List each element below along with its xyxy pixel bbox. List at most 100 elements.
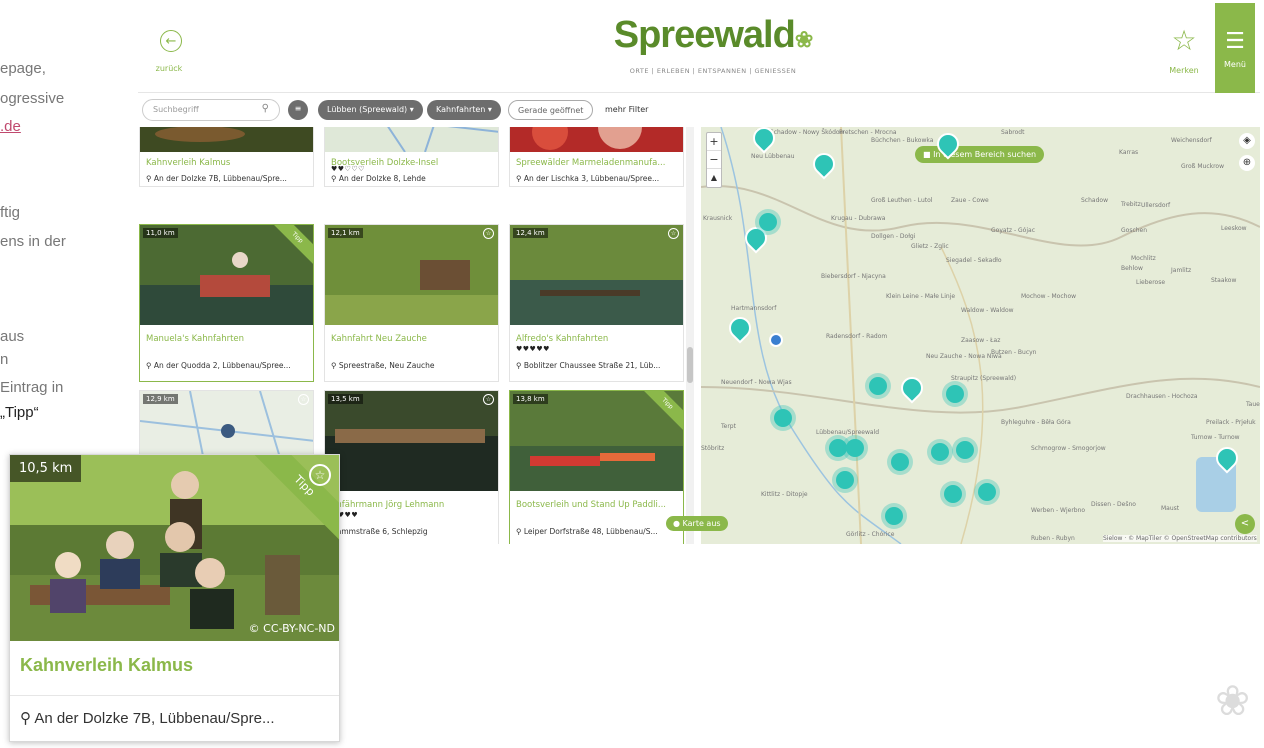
category-filter-chip[interactable]: Kahnfahrten ▾ — [427, 100, 501, 120]
menu-label: Menü — [1224, 60, 1246, 69]
cluster-marker[interactable] — [869, 377, 887, 395]
favorite-icon[interactable]: ☆ — [309, 464, 331, 486]
favorite-icon[interactable]: ☆ — [483, 228, 494, 239]
logo-tagline: ORTE | ERLEBEN | ENTSPANNEN | GENIESSEN — [629, 67, 797, 75]
rating-hearts: ♥♥♥♥♥ — [516, 345, 550, 353]
listing-card[interactable]: 12,1 km ☆ Kahnfahrt Neu Zauche ⚲ Spreest… — [324, 224, 499, 382]
list-icon: ≡ — [294, 104, 302, 113]
place-label: Karras — [1119, 149, 1139, 156]
cluster-marker[interactable] — [978, 483, 996, 501]
site-logo[interactable]: Spreewald❀ ORTE | ERLEBEN | ENTSPANNEN |… — [613, 14, 814, 75]
favorite-icon[interactable]: ☆ — [298, 394, 309, 405]
more-filters-button[interactable]: mehr Filter — [596, 100, 657, 120]
back-button[interactable]: ← zurück — [156, 30, 186, 73]
place-label: Dollgen - Dołgi — [871, 233, 916, 240]
address-text: An der Quodda 2, Lübbenau/Spree... — [153, 361, 291, 370]
cluster-marker[interactable] — [836, 471, 854, 489]
arrow-left-icon: ← — [160, 30, 182, 52]
zoom-out-button[interactable]: − — [707, 151, 721, 169]
favorite-icon[interactable]: ☆ — [483, 394, 494, 405]
cluster-marker[interactable] — [759, 213, 777, 231]
zoom-controls: + − ▲ — [706, 132, 722, 188]
listing-title: Kahnfahrt Neu Zauche — [331, 334, 427, 344]
place-label: Byhleguhre - Běła Góra — [1001, 419, 1071, 426]
zoom-in-button[interactable]: + — [707, 133, 721, 151]
listing-card[interactable]: Kahnverleih Kalmus ⚲ An der Dolzke 7B, L… — [139, 127, 314, 187]
divider — [10, 695, 339, 696]
place-label: Jamlitz — [1171, 267, 1192, 274]
merken-label: Merken — [1169, 66, 1199, 75]
share-icon[interactable]: < — [1235, 514, 1255, 534]
place-label: Straupitz (Spreewald) — [951, 375, 1017, 382]
cluster-marker[interactable] — [774, 409, 792, 427]
back-label: zurück — [155, 64, 183, 73]
bg-link[interactable]: .de — [0, 116, 21, 138]
bg-line: ftig — [0, 204, 21, 221]
zoomed-listing-card[interactable]: 10,5 km Tipp ☆ © CC-BY-NC-ND Kahnverleih… — [9, 454, 340, 742]
location-filter-chip[interactable]: Lübben (Spreewald) ▾ — [318, 100, 423, 120]
filter-bar: Suchbegriff ⚲ ≡ Lübben (Spreewald) ▾ Kah… — [138, 97, 1260, 125]
place-label: Krausnick — [703, 215, 733, 222]
place-label: Krugau - Dubrawa — [831, 215, 886, 222]
filter-list-button[interactable]: ≡ — [288, 100, 308, 120]
distance-badge: 12,4 km — [513, 228, 548, 238]
listing-address: ⚲ Spreestraße, Neu Zauche — [331, 361, 497, 370]
cluster-marker[interactable] — [946, 385, 964, 403]
place-label: Goschen — [1121, 227, 1148, 234]
place-label: Lieberose — [1136, 279, 1166, 286]
place-label: Lübbenau/Spreewald — [816, 429, 880, 436]
search-area-button[interactable]: ■ In diesem Bereich suchen — [915, 146, 1045, 163]
place-label: Ullersdorf — [1141, 202, 1171, 209]
locate-icon[interactable]: ⊕ — [1239, 155, 1255, 171]
scrollbar-thumb[interactable] — [687, 347, 693, 383]
listing-card[interactable]: 13,5 km ☆ hnfährmann Jörg Lehmann ♥♥♥♥ D… — [324, 390, 499, 544]
zoomed-listing-title: Kahnverleih Kalmus — [20, 655, 194, 675]
open-now-chip[interactable]: Gerade geöffnet — [508, 100, 594, 120]
cluster-marker[interactable] — [885, 507, 903, 525]
listing-card[interactable]: 13,8 km Tipp Bootsverleih und Stand Up P… — [509, 390, 684, 544]
map-panel[interactable]: + − ▲ ■ In diesem Bereich suchen ◈ ⊕ < S… — [701, 127, 1260, 544]
listing-card[interactable]: Spreewälder Marmeladenmanufa... ⚲ An der… — [509, 127, 684, 187]
listing-card[interactable]: Bootsverleih Dolzke-Insel ♥♥♡♡♡ ⚲ An der… — [324, 127, 499, 187]
cluster-marker[interactable] — [846, 439, 864, 457]
menu-button[interactable]: ☰ Menü — [1215, 3, 1255, 93]
karte-aus-button[interactable]: ● Karte aus — [666, 516, 728, 531]
pin-icon: ⚲ — [331, 174, 339, 183]
leaf-icon: ❀ — [794, 27, 813, 52]
cluster-marker[interactable] — [931, 443, 949, 461]
bg-line: epage, — [0, 60, 46, 77]
cluster-marker[interactable] — [891, 453, 909, 471]
pin-icon: ⚲ — [516, 361, 524, 370]
listing-photo — [140, 127, 313, 152]
place-label: Staakow — [1211, 277, 1237, 284]
listing-address: ⚲ An der Dolzke 7B, Lübbenau/Spre... — [146, 174, 312, 183]
compass-button[interactable]: ▲ — [707, 169, 721, 187]
star-icon: ☆ — [1171, 24, 1197, 57]
cluster-marker[interactable] — [956, 441, 974, 459]
listing-card[interactable]: 11,0 km Tipp Manuela's Kahnfahrten ⚲ An … — [139, 224, 314, 382]
place-label: Werben - Wjerbno — [1031, 507, 1086, 514]
address-text: Dammstraße 6, Schlepzig — [331, 527, 428, 536]
listing-address: ⚲ An der Quodda 2, Lübbenau/Spree... — [146, 361, 312, 370]
cluster-marker[interactable] — [829, 439, 847, 457]
address-text: An der Lischka 3, Lübbenau/Spree... — [523, 174, 660, 183]
pin-icon: ⚲ — [516, 174, 524, 183]
listing-title: hnfährmann Jörg Lehmann — [331, 500, 445, 510]
map-attribution: Sielow · © MapTiler © OpenStreetMap cont… — [1103, 535, 1257, 542]
distance-badge: 13,5 km — [328, 394, 363, 404]
search-input[interactable]: Suchbegriff ⚲ — [142, 99, 280, 121]
listing-scrollbar[interactable] — [686, 127, 694, 544]
cluster-marker[interactable] — [944, 485, 962, 503]
listing-photo: 11,0 km Tipp — [140, 225, 313, 325]
listing-card[interactable]: 12,4 km ☆ Alfredo's Kahnfahrten ♥♥♥♥♥ ⚲ … — [509, 224, 684, 382]
listing-title: Spreewälder Marmeladenmanufa... — [516, 158, 666, 168]
merken-button[interactable]: ☆ Merken — [1164, 24, 1204, 76]
distance-badge: 13,8 km — [513, 394, 548, 404]
layers-icon[interactable]: ◈ — [1239, 133, 1255, 149]
place-label: Groß Leuthen - Lutol — [871, 197, 933, 204]
place-label: Behlow — [1121, 265, 1143, 272]
rating-hearts: ♥♥♡♡♡ — [331, 165, 365, 173]
favorite-icon[interactable]: ☆ — [668, 228, 679, 239]
place-label: Goyatz - Gójac — [991, 227, 1035, 234]
address-text: Leiper Dorfstraße 48, Lübbenau/S... — [523, 527, 658, 536]
